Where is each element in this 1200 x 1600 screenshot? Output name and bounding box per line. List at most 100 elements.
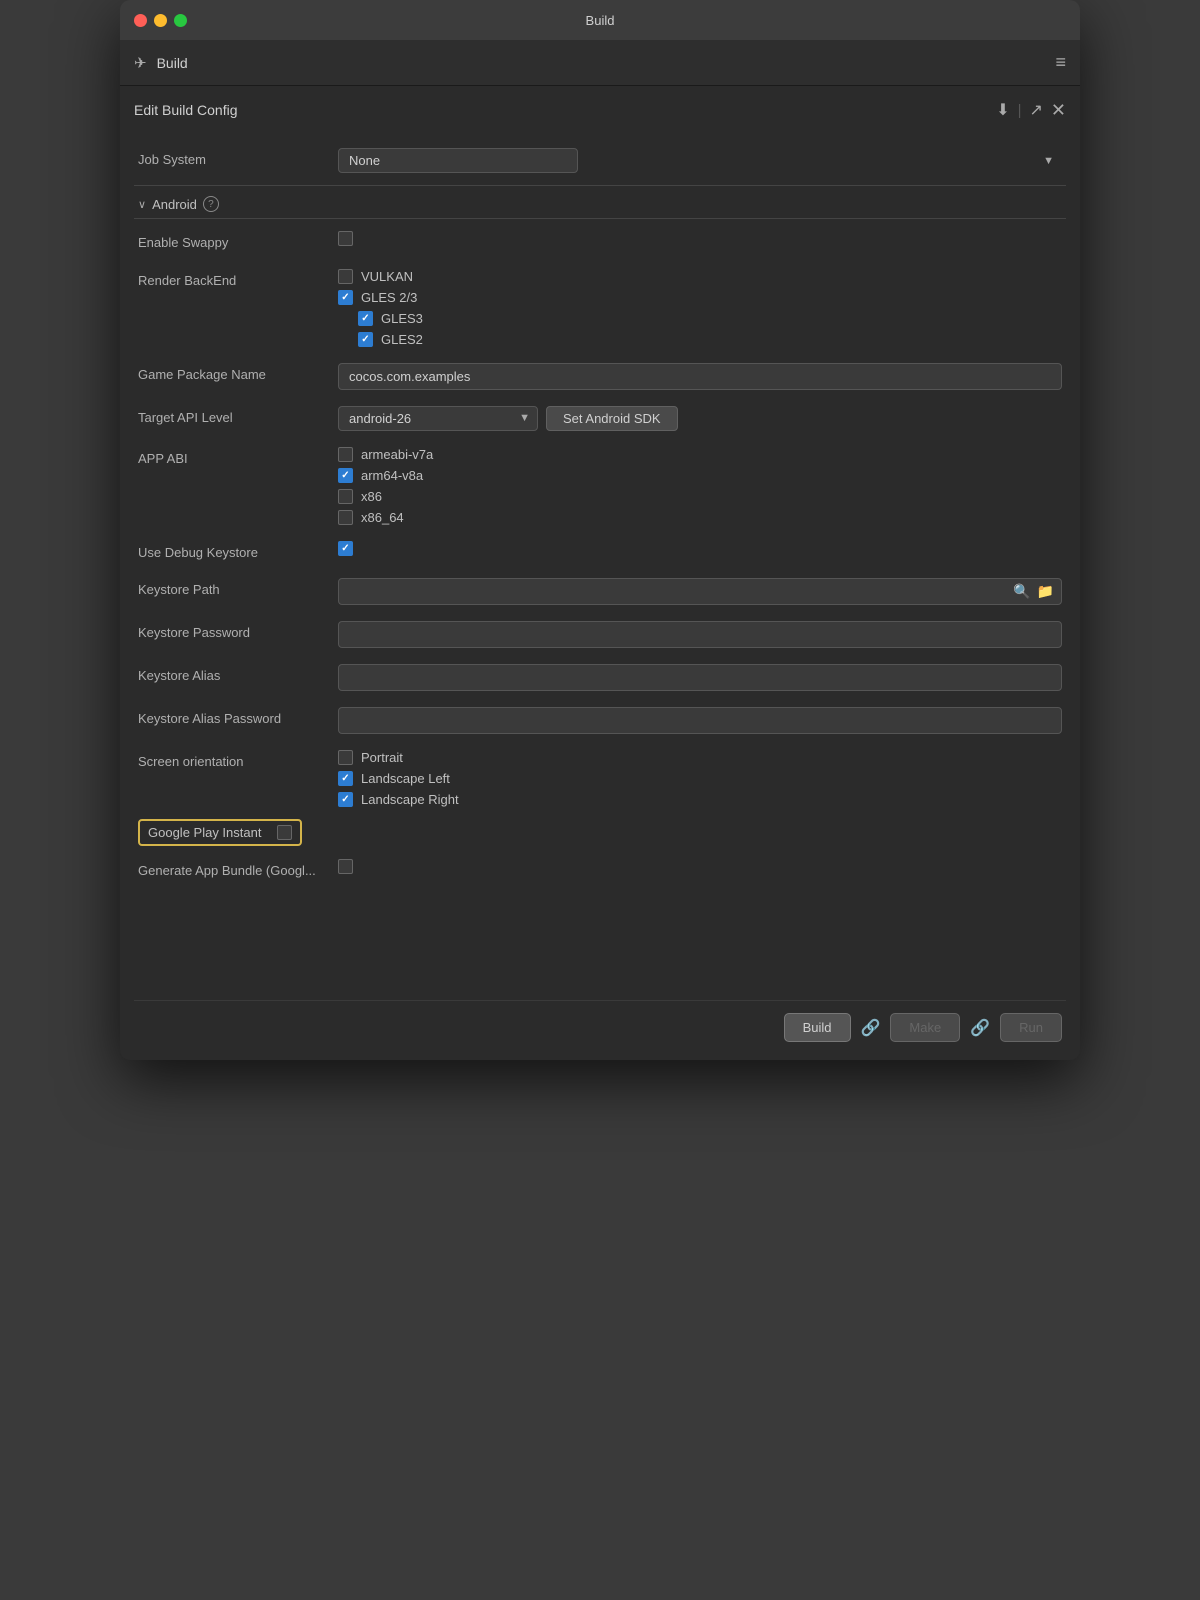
armeabi-v7a-checkbox[interactable]: [338, 447, 353, 462]
link-icon-2: 🔗: [970, 1018, 990, 1038]
keystore-alias-password-input[interactable]: [338, 707, 1062, 734]
landscape-left-wrap[interactable]: Landscape Left: [338, 771, 1062, 786]
keystore-alias-password-control: [338, 707, 1062, 734]
minimize-traffic-light[interactable]: [154, 14, 167, 27]
use-debug-keystore-checkbox[interactable]: [338, 541, 353, 556]
arm64-v8a-wrap[interactable]: arm64-v8a: [338, 468, 1062, 483]
landscape-right-wrap[interactable]: Landscape Right: [338, 792, 1062, 807]
gles3-wrap[interactable]: GLES3: [338, 311, 1062, 326]
toolbar: ✈ Build ≡: [120, 40, 1080, 86]
export-icon[interactable]: ↗: [1030, 100, 1043, 120]
generate-app-bundle-label: Generate App Bundle (Googl...: [138, 859, 338, 881]
window-title: Build: [586, 13, 615, 28]
keystore-password-input[interactable]: [338, 621, 1062, 648]
game-package-name-row: Game Package Name: [134, 355, 1066, 398]
arm64-v8a-label: arm64-v8a: [361, 468, 423, 483]
menu-icon[interactable]: ≡: [1055, 52, 1066, 73]
portrait-wrap[interactable]: Portrait: [338, 750, 1062, 765]
keystore-alias-password-row: Keystore Alias Password: [134, 699, 1066, 742]
job-system-select-wrap: None TBB TaskFlow ▼: [338, 148, 1062, 173]
use-debug-keystore-label: Use Debug Keystore: [138, 541, 338, 563]
app-abi-label: APP ABI: [138, 447, 338, 469]
game-package-name-input[interactable]: [338, 363, 1062, 390]
build-button[interactable]: Build: [784, 1013, 851, 1042]
close-button[interactable]: ✕: [1051, 101, 1066, 119]
edit-build-config-dialog: Edit Build Config ⬇ | ↗ ✕ Job System Non…: [120, 86, 1080, 1060]
arm64-v8a-checkbox[interactable]: [338, 468, 353, 483]
run-button[interactable]: Run: [1000, 1013, 1062, 1042]
render-backend-row: Render BackEnd VULKAN GLES 2/3 GLES3: [134, 261, 1066, 355]
google-play-instant-highlight: Google Play Instant: [138, 819, 302, 846]
use-debug-keystore-control: [338, 541, 1062, 556]
keystore-password-row: Keystore Password: [134, 613, 1066, 656]
dialog-footer: Build 🔗 Make 🔗 Run: [134, 1000, 1066, 1046]
job-system-select-arrow: ▼: [1043, 155, 1054, 167]
android-help-icon[interactable]: ?: [203, 196, 219, 212]
enable-swappy-checkbox[interactable]: [338, 231, 353, 246]
generate-app-bundle-control: [338, 859, 1062, 874]
target-api-level-select[interactable]: android-26 android-29 android-30: [338, 406, 538, 431]
keystore-alias-input[interactable]: [338, 664, 1062, 691]
game-package-name-control: [338, 363, 1062, 390]
toolbar-label: Build: [157, 55, 188, 71]
import-icon[interactable]: ⬇: [996, 100, 1009, 120]
keystore-path-search-icon[interactable]: 🔍: [1013, 583, 1030, 600]
target-api-level-select-button: android-26 android-29 android-30 ▼ Set A…: [338, 406, 1062, 431]
traffic-lights: [134, 14, 187, 27]
keystore-path-control: 🔍 📁: [338, 578, 1062, 605]
enable-swappy-label: Enable Swappy: [138, 231, 338, 253]
x86-64-label: x86_64: [361, 510, 404, 525]
app-abi-row: APP ABI armeabi-v7a arm64-v8a x86: [134, 439, 1066, 533]
gles23-label: GLES 2/3: [361, 290, 417, 305]
make-button[interactable]: Make: [890, 1013, 960, 1042]
keystore-path-input[interactable]: [338, 578, 1062, 605]
gles2-wrap[interactable]: GLES2: [338, 332, 1062, 347]
job-system-row: Job System None TBB TaskFlow ▼: [134, 140, 1066, 181]
build-icon: ✈: [134, 54, 147, 72]
google-play-instant-label: Google Play Instant: [148, 825, 261, 840]
generate-app-bundle-row: Generate App Bundle (Googl...: [134, 851, 1066, 889]
android-chevron[interactable]: ∨: [138, 198, 146, 211]
keystore-path-label: Keystore Path: [138, 578, 338, 600]
screen-orientation-label: Screen orientation: [138, 750, 338, 772]
close-traffic-light[interactable]: [134, 14, 147, 27]
portrait-label: Portrait: [361, 750, 403, 765]
generate-app-bundle-checkbox[interactable]: [338, 859, 353, 874]
enable-swappy-row: Enable Swappy: [134, 223, 1066, 261]
target-api-level-control: android-26 android-29 android-30 ▼ Set A…: [338, 406, 1062, 431]
gles23-checkbox[interactable]: [338, 290, 353, 305]
use-debug-keystore-row: Use Debug Keystore: [134, 533, 1066, 571]
job-system-label: Job System: [138, 148, 338, 170]
gles2-checkbox[interactable]: [358, 332, 373, 347]
keystore-alias-password-label: Keystore Alias Password: [138, 707, 338, 729]
main-window: Build ✈ Build ≡ Edit Build Config ⬇ | ↗ …: [120, 0, 1080, 1060]
dialog-header: Edit Build Config ⬇ | ↗ ✕: [134, 100, 1066, 128]
armeabi-v7a-wrap[interactable]: armeabi-v7a: [338, 447, 1062, 462]
keystore-path-folder-icon[interactable]: 📁: [1037, 583, 1054, 600]
dialog-title: Edit Build Config: [134, 102, 238, 118]
landscape-left-checkbox[interactable]: [338, 771, 353, 786]
x86-checkbox[interactable]: [338, 489, 353, 504]
android-label: Android: [152, 197, 197, 212]
maximize-traffic-light[interactable]: [174, 14, 187, 27]
screen-orientation-row: Screen orientation Portrait Landscape Le…: [134, 742, 1066, 815]
landscape-right-label: Landscape Right: [361, 792, 459, 807]
gles23-wrap[interactable]: GLES 2/3: [338, 290, 1062, 305]
vulkan-wrap[interactable]: VULKAN: [338, 269, 1062, 284]
keystore-alias-label: Keystore Alias: [138, 664, 338, 686]
render-backend-control: VULKAN GLES 2/3 GLES3 GLES2: [338, 269, 1062, 347]
config-content[interactable]: Job System None TBB TaskFlow ▼ ∨ A: [134, 140, 1066, 992]
portrait-checkbox[interactable]: [338, 750, 353, 765]
google-play-instant-checkbox[interactable]: [277, 825, 292, 840]
keystore-path-icons: 🔍 📁: [1013, 583, 1054, 600]
x86-wrap[interactable]: x86: [338, 489, 1062, 504]
target-api-level-select-wrap: android-26 android-29 android-30 ▼: [338, 406, 538, 431]
vulkan-checkbox[interactable]: [338, 269, 353, 284]
game-package-name-label: Game Package Name: [138, 363, 338, 385]
landscape-right-checkbox[interactable]: [338, 792, 353, 807]
x86-64-checkbox[interactable]: [338, 510, 353, 525]
job-system-select[interactable]: None TBB TaskFlow: [338, 148, 578, 173]
set-android-sdk-button[interactable]: Set Android SDK: [546, 406, 678, 431]
x86-64-wrap[interactable]: x86_64: [338, 510, 1062, 525]
gles3-checkbox[interactable]: [358, 311, 373, 326]
